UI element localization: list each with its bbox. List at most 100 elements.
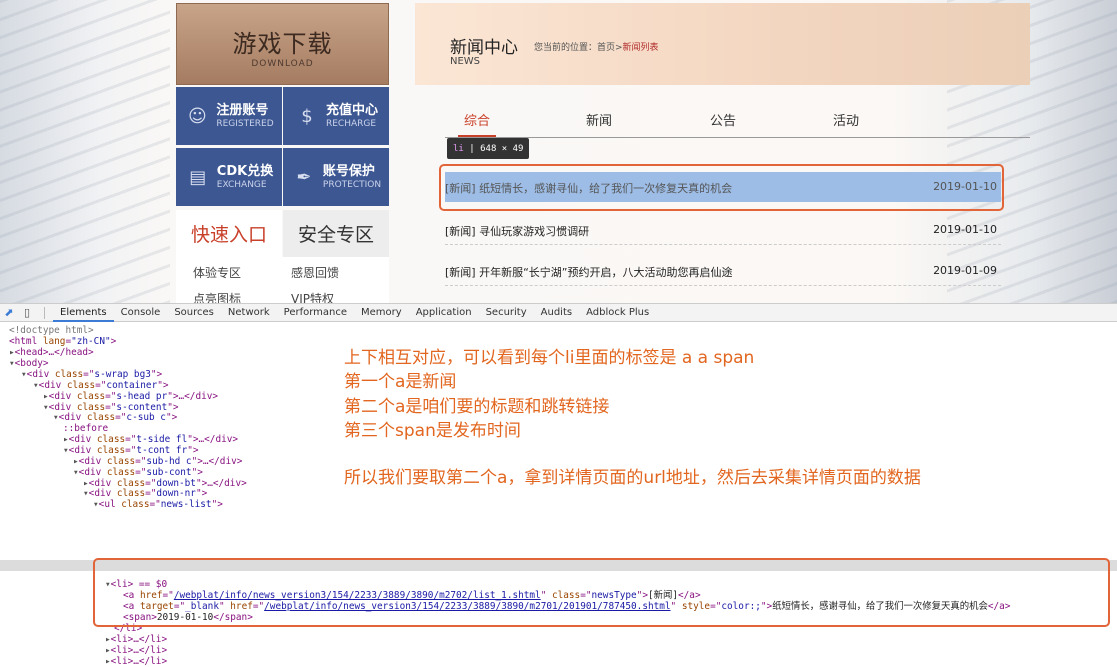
node-tag-name: div (54, 401, 72, 413)
node-class-value: sub-hd c (146, 455, 192, 467)
register-sublabel: REGISTERED (216, 118, 274, 129)
node-tag-tail: "> (157, 379, 169, 391)
node-class-value: s-wrap bg3 (94, 369, 151, 380)
tab-memory[interactable]: Memory (354, 304, 409, 322)
annotation-note: 上下相互对应，可以看到每个li里面的标签是 a a span (344, 348, 755, 368)
node-attr-name: class (81, 412, 116, 424)
news-title[interactable]: [新闻] 开年新服“长宁湖”预约开启，八大活动助您再启仙途 (445, 264, 732, 280)
annotation-note: 第三个span是发布时间 (344, 421, 521, 441)
breadcrumb-prefix[interactable]: 您当前的位置：首页> (534, 43, 623, 53)
node-attr-name: class (111, 477, 146, 489)
node-tag-tail: "> (211, 499, 223, 511)
tab-adblock-plus[interactable]: Adblock Plus (579, 304, 656, 322)
node-class-value: news-list (160, 499, 212, 511)
node-tag-tail: "> (150, 369, 163, 380)
news-list-item[interactable]: [新闻] 开年新服“长宁湖”预约开启，八大活动助您再启仙途 2019-01-09 (445, 256, 1001, 286)
node-class-value: s-head pr (116, 390, 168, 402)
html-attr: lang (42, 336, 66, 347)
tab-activity[interactable]: 活动 (833, 110, 859, 129)
node-tag-tail: "> (167, 401, 179, 413)
quick-link[interactable]: 感恩回馈 (291, 264, 339, 281)
tab-audits[interactable]: Audits (534, 304, 579, 322)
devtools-toolbar: ⬈ ▯ Elements Console Sources Network Per… (0, 304, 1117, 322)
li-collapsed-text: <li>…</li> (110, 634, 168, 645)
node-tag-tail: ">…</div> (187, 434, 239, 446)
node-tag-tail: "> (195, 488, 208, 500)
tab-elements[interactable]: Elements (53, 304, 114, 322)
node-attr-name: class (91, 434, 126, 446)
highlight-box (439, 164, 1004, 211)
node-tag-name: div (32, 369, 50, 380)
news-list-item[interactable]: [新闻] 寻仙玩家游戏习惯调研 2019-01-10 (445, 215, 1001, 245)
tab-quick-entry[interactable]: 快速入口 (176, 210, 282, 257)
tab-performance[interactable]: Performance (277, 304, 354, 322)
protection-sublabel: PROTECTION (322, 179, 382, 190)
highlight-box (93, 558, 1110, 627)
devtools-panel: ⬈ ▯ Elements Console Sources Network Per… (0, 303, 1117, 667)
cdk-label: CDK兑换 (216, 163, 274, 179)
node-tag-tail: ">…</div> (195, 477, 247, 489)
node-class-value: t-side fl (136, 434, 188, 446)
node-attr-name: class (71, 401, 106, 413)
dom-node-line[interactable]: ▾<ul class="news-list"> (93, 499, 223, 511)
node-tag-name: div (44, 379, 62, 391)
inspect-element-icon[interactable]: ⬈ (0, 306, 18, 319)
cdk-sublabel: EXCHANGE (216, 179, 267, 190)
device-toolbar-icon[interactable]: ▯ (18, 306, 36, 319)
breadcrumb-current[interactable]: 新闻列表 (623, 43, 659, 53)
news-date: 2019-01-10 (933, 223, 997, 236)
node-tag-name: div (54, 390, 72, 402)
li-collapsed-text: <li>…</li> (110, 656, 168, 667)
node-attr-name: class (91, 444, 126, 456)
node-tag-name: ul (104, 499, 116, 511)
node-attr-name: class (61, 379, 96, 391)
news-title[interactable]: [新闻] 寻仙玩家游戏习惯调研 (445, 223, 589, 239)
node-attr-name: class (101, 455, 136, 467)
quick-link[interactable]: 体验专区 (193, 264, 241, 281)
tab-news[interactable]: 新闻 (586, 110, 612, 129)
page-title: 新闻中心 (450, 38, 518, 58)
web-page: 游戏下载 DOWNLOAD ☺ 注册账号 REGISTERED $ 充值中心 REC… (0, 0, 1117, 303)
quick-link[interactable]: VIP特权 (291, 290, 334, 303)
tab-all[interactable]: 综合 (457, 110, 497, 137)
node-tag-name: div (94, 477, 112, 489)
protection-label: 账号保护 (322, 163, 375, 179)
annotation-note: 第一个a是新闻 (344, 372, 457, 392)
tab-announcement[interactable]: 公告 (710, 110, 736, 129)
tooltip-tag: li (453, 143, 464, 154)
quick-link[interactable]: 点亮图标 (193, 290, 241, 303)
inspector-tooltip: li | 648 × 49 (447, 138, 530, 159)
annotation-note: 第二个a是咱们要的标题和跳转链接 (344, 397, 610, 417)
page-subtitle: NEWS (450, 56, 481, 67)
tab-sources[interactable]: Sources (167, 304, 221, 322)
tab-console[interactable]: Console (114, 304, 168, 322)
register-label: 注册账号 (216, 102, 269, 118)
node-class-value: down-nr (156, 488, 196, 500)
game-download-button[interactable]: 游戏下载 DOWNLOAD (176, 3, 389, 85)
node-class-value: t-cont fr (136, 444, 188, 456)
node-attr-name: class (71, 390, 106, 402)
node-tag-name: div (94, 488, 112, 500)
node-tag-tail: "> (187, 444, 199, 456)
tab-security[interactable]: Security (479, 304, 534, 322)
gift-icon: ▤ (189, 166, 207, 188)
background-decoration-left (0, 0, 170, 303)
node-class-value: s-content (116, 401, 168, 413)
dom-li-collapsed[interactable]: ▸<li>…</li> (105, 656, 168, 667)
node-tag-tail: "> (191, 466, 203, 478)
node-tag-name: div (74, 434, 92, 446)
tab-application[interactable]: Application (409, 304, 479, 322)
news-tabs: 综合 新闻 公告 活动 (445, 110, 1030, 138)
annotation-note: 所以我们要取第二个a，拿到详情页面的url地址，然后去采集详情页面的数据 (344, 468, 921, 488)
account-protection-button[interactable]: ✒ 账号保护 PROTECTION (283, 148, 389, 206)
head-tag: <head>…</head> (14, 347, 94, 358)
register-button[interactable]: ☺ 注册账号 REGISTERED (176, 87, 282, 145)
recharge-button[interactable]: $ 充值中心 RECHARGE (283, 87, 389, 145)
download-subtitle: DOWNLOAD (251, 59, 314, 69)
tab-security-zone[interactable]: 安全专区 (283, 210, 389, 257)
breadcrumb: 您当前的位置：首页>新闻列表 (534, 40, 659, 53)
cdk-exchange-button[interactable]: ▤ CDK兑换 EXCHANGE (176, 148, 282, 206)
tooltip-size: 648 × 49 (480, 143, 524, 154)
node-class-value: container (106, 379, 158, 391)
tab-network[interactable]: Network (221, 304, 277, 322)
